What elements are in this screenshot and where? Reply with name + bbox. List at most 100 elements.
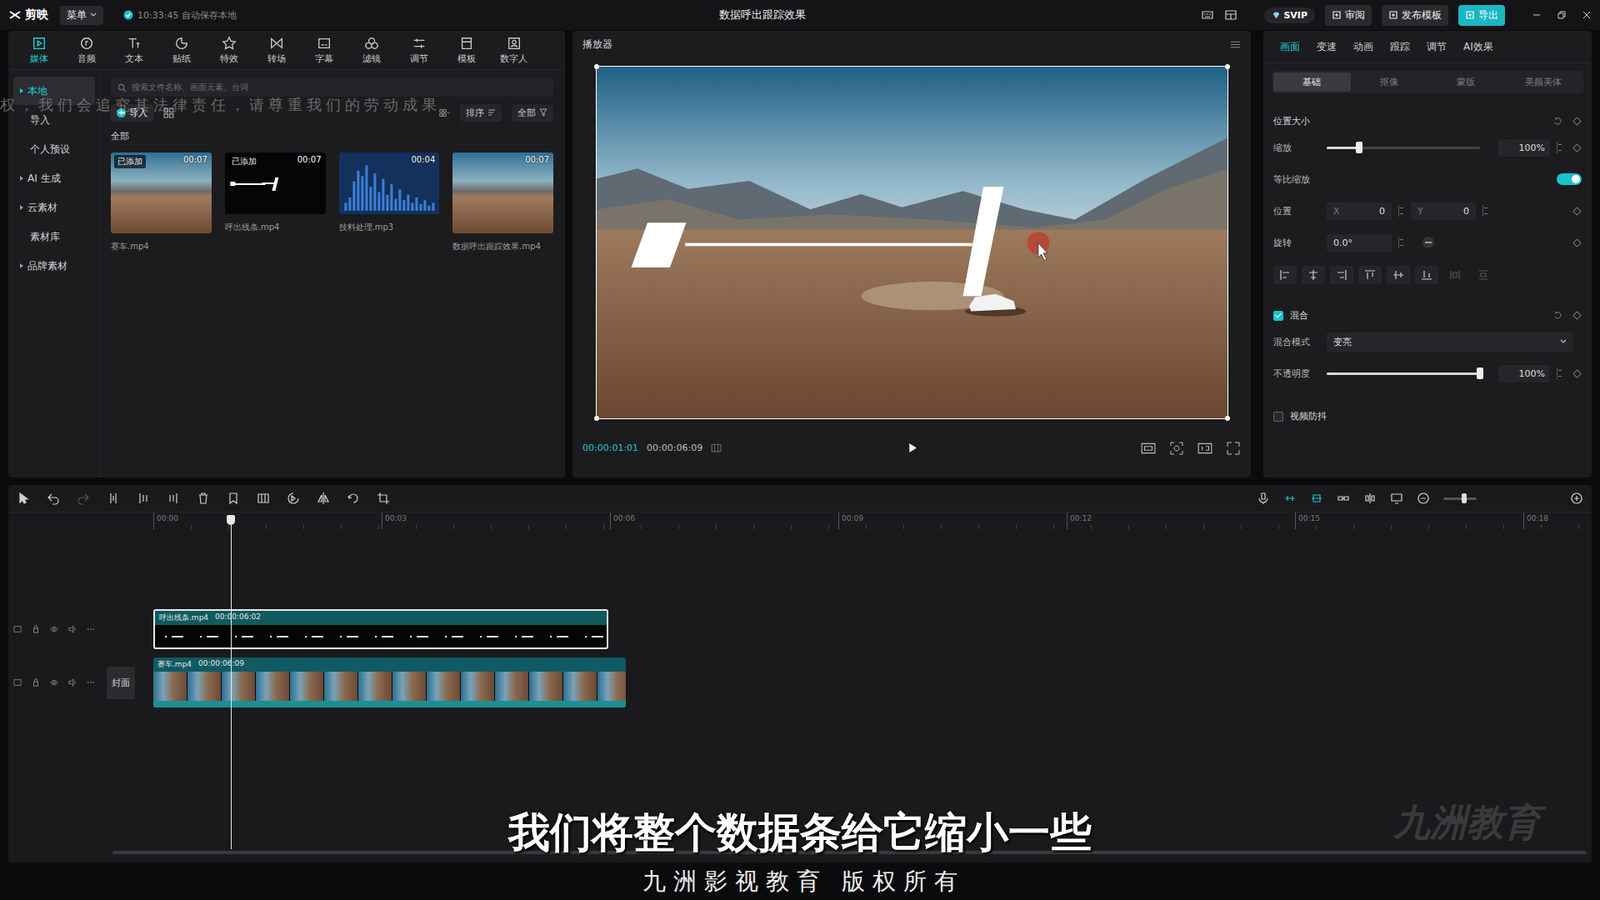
asset-tab[interactable]: 数字人 [491, 35, 536, 65]
align-icon[interactable] [1358, 265, 1382, 285]
asset-tab[interactable]: 媒体 [16, 35, 61, 65]
more-icon[interactable] [86, 678, 95, 687]
linkage-icon[interactable] [1336, 491, 1350, 505]
eye-icon[interactable] [50, 625, 59, 634]
property-subtab[interactable]: 蒙版 [1427, 72, 1505, 92]
position-y-input[interactable]: Y0 [1410, 202, 1476, 220]
media-item[interactable]: 已添加 00:07 赛车.mp4 [110, 152, 212, 234]
mic-icon[interactable] [1256, 491, 1270, 505]
eye-icon[interactable] [50, 678, 59, 687]
timeline-clip[interactable]: 呼出线条.mp400:00:06:02 [153, 609, 609, 650]
mirror-icon[interactable] [316, 491, 330, 505]
align-icon[interactable] [1415, 265, 1439, 285]
close-icon[interactable] [1581, 10, 1592, 20]
media-item[interactable]: 已添加 00:07 呼出线条.mp4 [225, 152, 326, 234]
align-icon[interactable] [1330, 265, 1354, 285]
stepper-icon[interactable] [1556, 367, 1563, 380]
asset-tab[interactable]: 文本 [111, 35, 156, 65]
audio-icon[interactable] [68, 625, 77, 634]
shortcut-icon[interactable] [1200, 8, 1215, 22]
rotate-icon[interactable] [346, 491, 360, 505]
keyframe-icon[interactable] [1572, 116, 1582, 126]
filter-button[interactable]: 全部 [511, 104, 554, 122]
keyframe-icon[interactable] [1572, 238, 1582, 248]
media-search[interactable]: 搜索文件名称、画面元素、台词 [110, 78, 554, 97]
svip-badge[interactable]: SVIP [1264, 7, 1315, 24]
property-subtab[interactable]: 抠像 [1350, 72, 1429, 92]
asset-tab[interactable]: 特效 [206, 35, 251, 65]
blend-mode-select[interactable]: 变亮 [1326, 332, 1574, 352]
reverse-icon[interactable] [286, 491, 300, 505]
timeline-scrollbar[interactable] [112, 850, 1587, 855]
align-icon[interactable] [1273, 265, 1297, 285]
scale-input[interactable]: 100% [1498, 139, 1550, 157]
fullscreen-icon[interactable] [1225, 441, 1241, 455]
keyframe-icon[interactable] [1572, 310, 1582, 320]
play-icon[interactable] [906, 442, 918, 454]
property-subtab[interactable]: 基础 [1273, 72, 1351, 92]
minimize-icon[interactable] [1531, 10, 1542, 20]
timeline-clip[interactable]: 赛车.mp400:00:06:09 [153, 657, 626, 708]
sidebar-item[interactable]: 导入 [13, 105, 95, 135]
property-tab[interactable]: 动画 [1353, 40, 1374, 55]
asset-tab[interactable]: 调节 [396, 35, 441, 65]
video-preview[interactable] [596, 66, 1228, 419]
marker-icon[interactable] [226, 491, 240, 505]
align-icon[interactable] [1443, 265, 1467, 285]
position-x-input[interactable]: X0 [1326, 202, 1392, 220]
asset-tab[interactable]: 贴纸 [159, 35, 204, 65]
header-action-button[interactable]: 导出 [1458, 5, 1505, 26]
import-button[interactable]: 导入 [110, 104, 154, 122]
reset-icon[interactable] [1553, 116, 1563, 126]
main-link-icon[interactable] [1283, 491, 1297, 505]
header-action-button[interactable]: 审阅 [1325, 5, 1372, 26]
stepper-icon[interactable] [1398, 205, 1405, 217]
reset-icon[interactable] [1553, 310, 1563, 320]
stepper-icon[interactable] [1482, 205, 1489, 217]
layout-icon[interactable] [1224, 8, 1238, 22]
rotation-input[interactable]: 0.0° [1326, 234, 1392, 252]
keyframe-icon[interactable] [1572, 369, 1582, 379]
restore-icon[interactable] [1556, 10, 1567, 20]
asset-tab[interactable]: 音频 [64, 35, 109, 65]
grid-view-icon[interactable] [163, 107, 175, 119]
playhead[interactable] [230, 515, 232, 850]
track-type-icon[interactable] [13, 678, 22, 687]
sidebar-item[interactable]: 个人预设 [13, 135, 95, 164]
screen-icon[interactable] [1390, 491, 1404, 505]
zoom-in-icon[interactable] [1570, 491, 1584, 505]
redo-icon[interactable] [76, 491, 90, 505]
delete-icon[interactable] [196, 491, 210, 505]
preview-axis-icon[interactable] [1363, 491, 1377, 505]
lock-icon[interactable] [31, 625, 40, 634]
resize-handle[interactable] [1225, 64, 1230, 70]
select-icon[interactable] [16, 491, 30, 505]
split-icon[interactable] [106, 491, 120, 505]
zoom-out-icon[interactable] [1416, 491, 1430, 505]
property-tab[interactable]: AI效果 [1463, 40, 1494, 55]
asset-tab[interactable]: 模板 [444, 35, 489, 65]
stepper-icon[interactable] [1556, 141, 1563, 154]
align-icon[interactable] [1301, 265, 1325, 285]
property-tab[interactable]: 变速 [1316, 40, 1337, 55]
property-tab[interactable]: 画面 [1280, 40, 1300, 55]
crop-icon[interactable] [376, 491, 390, 505]
menu-button[interactable]: 菜单 [60, 5, 104, 25]
sidebar-item[interactable]: AI 生成 [13, 164, 95, 193]
align-icon[interactable] [1386, 265, 1410, 285]
more-icon[interactable] [86, 625, 95, 634]
time-ruler[interactable]: 00:0000:0300:0600:0900:1200:1500:18 [8, 512, 1592, 530]
focus-icon[interactable] [1169, 441, 1185, 455]
audio-icon[interactable] [68, 678, 77, 687]
blend-checkbox[interactable] [1273, 310, 1284, 321]
sidebar-item[interactable]: 本地 [13, 76, 95, 105]
cover-button[interactable]: 封面 [106, 666, 135, 700]
property-subtab[interactable]: 美颜美体 [1505, 72, 1583, 92]
property-tab[interactable]: 调节 [1426, 40, 1447, 55]
timecode-grid-icon[interactable] [710, 442, 722, 454]
property-tab[interactable]: 跟踪 [1390, 40, 1410, 55]
media-item[interactable]: 00:04 技料处理.mp3 [339, 152, 440, 234]
keyframe-icon[interactable] [1572, 206, 1582, 216]
align-icon[interactable] [1471, 265, 1495, 285]
resize-handle[interactable] [594, 64, 600, 70]
